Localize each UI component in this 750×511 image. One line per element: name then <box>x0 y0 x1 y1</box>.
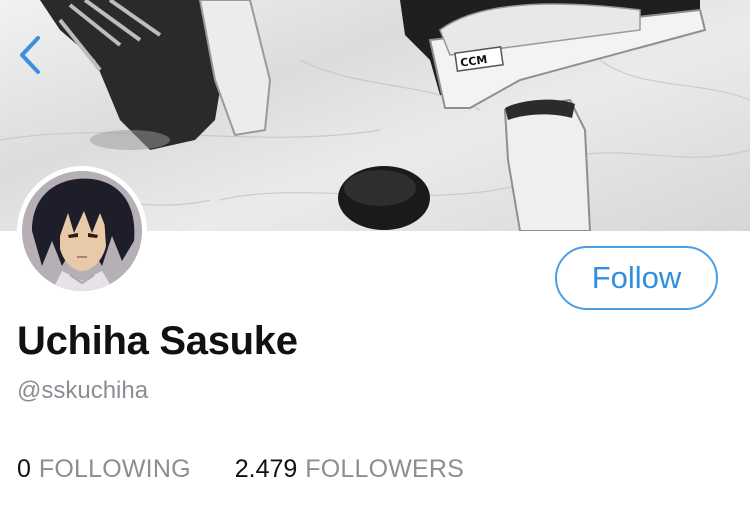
username-handle: @sskuchiha <box>17 377 149 404</box>
back-button[interactable] <box>10 30 50 80</box>
avatar-image <box>22 171 142 291</box>
following-label: FOLLOWING <box>38 455 191 483</box>
followers-stat[interactable]: 2.479 FOLLOWERS <box>235 455 464 484</box>
following-stat[interactable]: 0 FOLLOWING <box>17 455 191 484</box>
follow-button[interactable]: Follow <box>555 246 718 310</box>
avatar[interactable] <box>17 166 147 296</box>
profile-page: CCM Follow Uchiha Sasuke @sskuchiha 0 FO… <box>0 0 750 511</box>
profile-stats: 0 FOLLOWING 2.479 FOLLOWERS <box>17 455 464 484</box>
following-count: 0 <box>17 455 31 483</box>
chevron-left-icon <box>20 36 40 74</box>
followers-label: FOLLOWERS <box>305 455 465 483</box>
followers-count: 2.479 <box>234 455 298 483</box>
display-name: Uchiha Sasuke <box>17 319 298 363</box>
